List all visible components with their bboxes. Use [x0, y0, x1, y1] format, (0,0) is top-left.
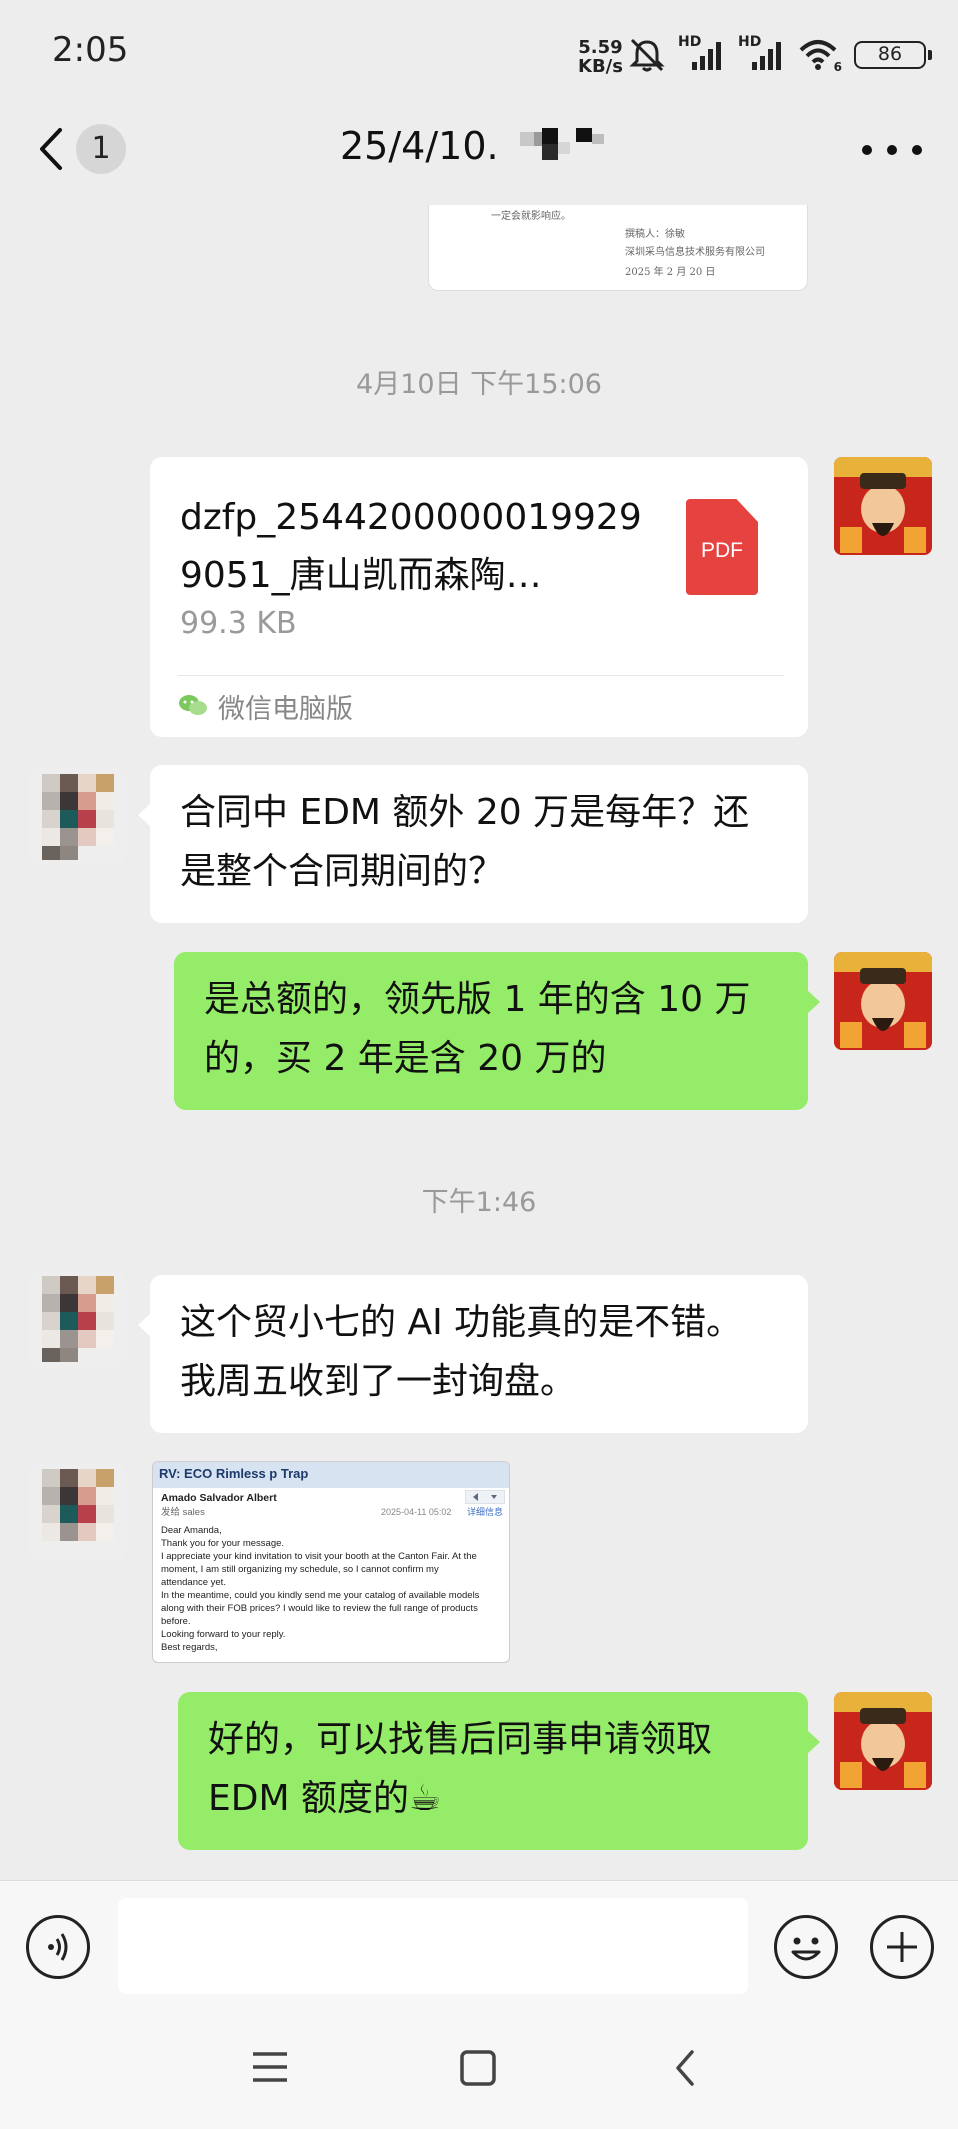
- chat-title: 25/4/10.: [340, 124, 499, 168]
- email-recipient: 发给 sales: [161, 1507, 205, 1518]
- divider: [178, 675, 784, 676]
- dot-icon: [887, 145, 897, 155]
- dot-icon: [862, 145, 872, 155]
- message-timestamp: 4月10日 下午15:06: [356, 369, 602, 400]
- email-body-line: attendance yet.: [161, 1577, 226, 1588]
- avatar-image: [834, 952, 932, 1050]
- email-body-line: moment, I am still organizing my schedul…: [161, 1564, 439, 1575]
- redaction-mosaic: [520, 128, 604, 160]
- email-subject: RV: ECO Rimless p Trap: [153, 1462, 509, 1488]
- unread-count-badge[interactable]: 1: [76, 124, 126, 174]
- message-text-input[interactable]: [118, 1898, 748, 1994]
- back-arrow-icon[interactable]: [30, 124, 70, 174]
- email-date: 2025-04-11 05:02: [381, 1507, 452, 1517]
- message-text-line: 好的，可以找售后同事申请领取: [208, 1719, 713, 1760]
- avatar-image: [834, 1692, 932, 1790]
- network-speed-unit: KB/s: [578, 56, 623, 77]
- message-text-line: 是整个合同期间的？: [180, 851, 505, 892]
- back-icon[interactable]: [670, 2048, 700, 2088]
- file-message[interactable]: dzfp_25442000000199299051_唐山凯而森陶… 99.3 K…: [150, 457, 808, 737]
- signal-bars-icon: [752, 42, 781, 70]
- my-avatar[interactable]: [834, 952, 932, 1050]
- home-icon[interactable]: [458, 2048, 498, 2088]
- contact-avatar[interactable]: [28, 1463, 126, 1561]
- message-text-line: 的，买 2 年是含 20 万的: [204, 1038, 607, 1079]
- email-body-line: before.: [161, 1616, 191, 1627]
- voice-input-button[interactable]: [26, 1915, 90, 1979]
- avatar-image: [28, 1270, 126, 1368]
- cell-signal-2: HD: [738, 34, 786, 72]
- file-size: 99.3 KB: [180, 606, 297, 641]
- contact-avatar[interactable]: [28, 768, 126, 866]
- dot-icon: [912, 145, 922, 155]
- message-timestamp: 下午1:46: [421, 1187, 537, 1218]
- avatar-image: [28, 768, 126, 866]
- document-line: 撰稿人：徐敏: [625, 229, 685, 240]
- file-source-label: 微信电脑版: [218, 694, 353, 725]
- more-functions-button[interactable]: [870, 1915, 934, 1979]
- email-body-line: Dear Amanda,: [161, 1525, 222, 1536]
- message-text-line: EDM 额度的☕: [208, 1778, 442, 1819]
- status-icons: HD HD 6 86: [628, 34, 932, 74]
- message-text-line: 是总额的，领先版 1 年的含 10 万: [204, 979, 751, 1020]
- emoji-button[interactable]: [774, 1915, 838, 1979]
- notifications-muted-icon: [629, 38, 665, 72]
- message-bubble[interactable]: 是总额的，领先版 1 年的含 10 万 的，买 2 年是含 20 万的: [174, 952, 820, 1110]
- wifi-status: 6: [798, 38, 842, 74]
- message-bubble[interactable]: 这个贸小七的 AI 功能真的是不错。 我周五收到了一封询盘。: [138, 1275, 808, 1433]
- contact-avatar[interactable]: [28, 1270, 126, 1368]
- email-body-line: In the meantime, could you kindly send m…: [161, 1590, 480, 1601]
- file-name: dzfp_25442000000199299051_唐山凯而森陶…: [180, 497, 642, 596]
- email-body-line: Best regards,: [161, 1642, 218, 1653]
- email-sender: Amado Salvador Albert: [161, 1492, 277, 1504]
- message-bubble[interactable]: 好的，可以找售后同事申请领取 EDM 额度的☕: [178, 1692, 820, 1850]
- network-speed-value: 5.59: [578, 37, 623, 58]
- voice-wave-icon: [48, 1933, 68, 1961]
- email-body-line: Looking forward to your reply.: [161, 1629, 286, 1640]
- document-line: 深圳采鸟信息技术服务有限公司: [625, 247, 765, 258]
- avatar-image: [28, 1463, 126, 1561]
- document-line: 2025 年 2 月 20 日: [625, 267, 716, 278]
- message-bubble[interactable]: 合同中 EDM 额外 20 万是每年？还 是整个合同期间的？: [138, 765, 808, 923]
- wechat-logo-icon: [179, 695, 207, 715]
- my-avatar[interactable]: [834, 1692, 932, 1790]
- email-body-line: along with their FOB prices? I would lik…: [161, 1603, 478, 1614]
- message-text-line: 这个贸小七的 AI 功能真的是不错。: [180, 1302, 743, 1343]
- status-time: 2:05: [52, 30, 129, 70]
- smiley-face-icon: [791, 1937, 821, 1961]
- message-text-line: 合同中 EDM 额外 20 万是每年？还: [180, 792, 750, 833]
- plus-icon: [887, 1932, 917, 1962]
- cell-signal-1: HD: [678, 34, 726, 72]
- email-body-line: I appreciate your kind invitation to vis…: [161, 1551, 477, 1562]
- more-options-button[interactable]: [862, 130, 922, 170]
- menu-icon[interactable]: [250, 2050, 290, 2084]
- image-message[interactable]: RV: ECO Rimless p Trap Amado Salvador Al…: [152, 1461, 510, 1663]
- document-line: 一定会就影响应。: [491, 211, 571, 222]
- document-image-message[interactable]: 一定会就影响应。 撰稿人：徐敏 深圳采鸟信息技术服务有限公司 2025 年 2 …: [428, 205, 808, 291]
- network-speed: 5.59 KB/s: [578, 38, 623, 76]
- reply-icon: [465, 1490, 505, 1504]
- email-body-line: Thank you for your message.: [161, 1538, 285, 1549]
- my-avatar[interactable]: [834, 457, 932, 555]
- email-details-link: 详细信息: [467, 1507, 504, 1517]
- avatar-image: [834, 457, 932, 555]
- message-text-line: 我周五收到了一封询盘。: [180, 1361, 577, 1402]
- signal-bars-icon: [692, 42, 721, 70]
- battery-indicator: 86: [854, 41, 932, 69]
- pdf-file-icon: PDF: [686, 499, 758, 595]
